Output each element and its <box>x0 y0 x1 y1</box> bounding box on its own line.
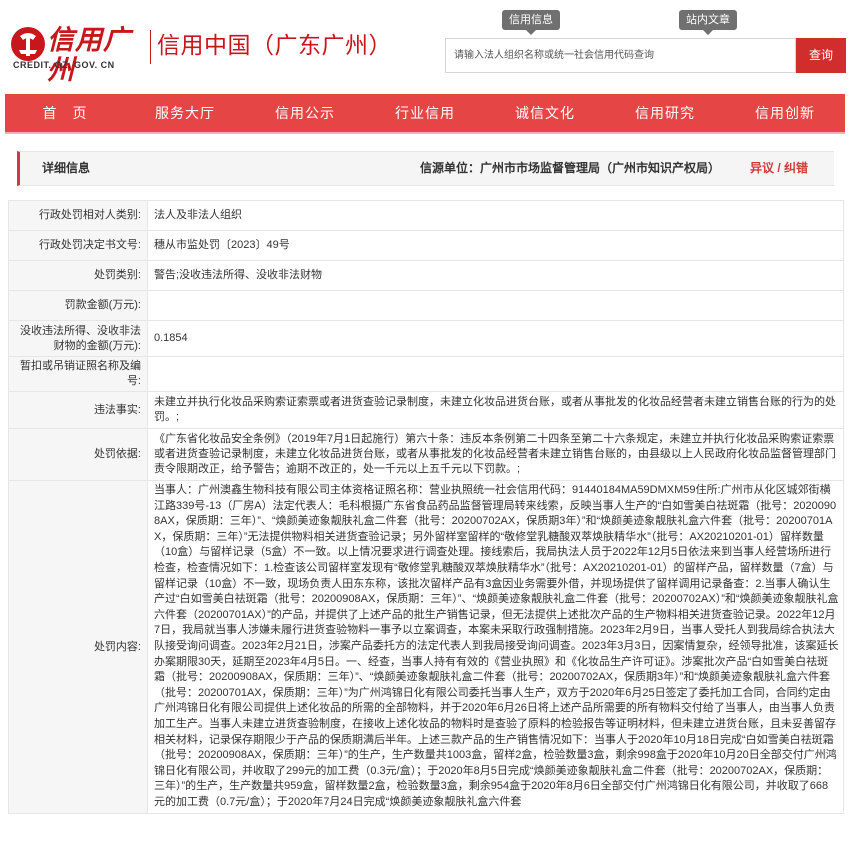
table-row: 罚款金额(万元): <box>8 290 844 321</box>
field-label: 没收违法所得、没收非法财物的金额(万元): <box>8 320 148 357</box>
site-header: 信用广州 CREDIT. GZ. GOV. CN 信用中国（广东广州） 信用信息… <box>0 0 850 92</box>
nav-item-credit-innovation[interactable]: 信用创新 <box>725 94 845 132</box>
nav-item-industry-credit[interactable]: 行业信用 <box>365 94 485 132</box>
credit-emblem-icon <box>11 27 45 61</box>
table-row: 没收违法所得、没收非法财物的金额(万元): 0.1854 <box>8 320 844 357</box>
field-value <box>147 290 844 321</box>
credit-info-button[interactable]: 信用信息 <box>502 10 560 35</box>
field-value: 穗从市监处罚〔2023〕49号 <box>147 230 844 261</box>
nav-item-integrity-culture[interactable]: 诚信文化 <box>485 94 605 132</box>
field-label: 罚款金额(万元): <box>8 290 148 321</box>
table-row: 违法事实: 未建立并执行化妆品采购索证索票或者进货查验记录制度，未建立化妆品进货… <box>8 391 844 429</box>
field-label: 暂扣或吊销证照名称及编号: <box>8 356 148 392</box>
field-value: 未建立并执行化妆品采购索证索票或者进货查验记录制度，未建立化妆品进货台账，或者从… <box>147 391 844 429</box>
field-value: 《广东省化妆品安全条例》（2019年7月1日起施行）第六十条：违反本条例第二十四… <box>147 428 844 481</box>
nav-item-home[interactable]: 首 页 <box>5 94 125 132</box>
source-unit: 信源单位：广州市市场监督管理局（广州市知识产权局） <box>420 152 720 185</box>
field-label: 处罚依据: <box>8 428 148 481</box>
field-value <box>147 356 844 392</box>
nav-item-service-hall[interactable]: 服务大厅 <box>125 94 245 132</box>
logo-text: 信用广州 <box>47 25 131 86</box>
field-label: 行政处罚相对人类别: <box>8 200 148 231</box>
main-nav: 首 页 服务大厅 信用公示 行业信用 诚信文化 信用研究 信用创新 <box>5 94 845 132</box>
table-row: 处罚内容: 当事人：广州澳鑫生物科技有限公司主体资格证照名称：营业执照统一社会信… <box>8 479 844 815</box>
field-label: 处罚类别: <box>8 260 148 291</box>
penalty-detail-table: 行政处罚相对人类别: 法人及非法人组织 行政处罚决定书文号: 穗从市监处罚〔20… <box>8 200 844 815</box>
search-input[interactable]: 请输入法人组织名称或统一社会信用代码查询 <box>445 38 796 73</box>
table-row: 行政处罚决定书文号: 穗从市监处罚〔2023〕49号 <box>8 230 844 261</box>
field-label: 违法事实: <box>8 391 148 429</box>
field-value: 法人及非法人组织 <box>147 200 844 231</box>
nav-underline <box>5 132 845 134</box>
site-title: 信用中国（广东广州） <box>157 33 392 59</box>
logo-domain: CREDIT. GZ. GOV. CN <box>13 60 115 70</box>
source-unit-value: 广州市市场监督管理局（广州市知识产权局） <box>480 161 721 175</box>
field-label: 行政处罚决定书文号: <box>8 230 148 261</box>
field-label: 处罚内容: <box>8 479 148 815</box>
table-row: 处罚依据: 《广东省化妆品安全条例》（2019年7月1日起施行）第六十条：违反本… <box>8 428 844 481</box>
field-value: 当事人：广州澳鑫生物科技有限公司主体资格证照名称：营业执照统一社会信用代码：91… <box>147 479 844 815</box>
nav-item-credit-publicity[interactable]: 信用公示 <box>245 94 365 132</box>
table-row: 暂扣或吊销证照名称及编号: <box>8 356 844 392</box>
site-articles-button[interactable]: 站内文章 <box>679 10 737 35</box>
table-row: 行政处罚相对人类别: 法人及非法人组织 <box>8 200 844 231</box>
objection-correction-link[interactable]: 异议 / 纠错 <box>750 152 808 185</box>
search-button[interactable]: 查询 <box>796 38 846 73</box>
nav-item-credit-research[interactable]: 信用研究 <box>605 94 725 132</box>
source-unit-label: 信源单位： <box>420 161 481 175</box>
detail-title: 详细信息 <box>42 161 91 175</box>
logo-divider <box>150 30 151 64</box>
site-logo[interactable]: 信用广州 CREDIT. GZ. GOV. CN <box>9 20 149 86</box>
field-value: 警告;没收违法所得、没收非法财物 <box>147 260 844 291</box>
table-row: 处罚类别: 警告;没收违法所得、没收非法财物 <box>8 260 844 291</box>
field-value: 0.1854 <box>147 320 844 357</box>
detail-info-bar: 详细信息 信源单位：广州市市场监督管理局（广州市知识产权局） 异议 / 纠错 <box>17 151 834 186</box>
